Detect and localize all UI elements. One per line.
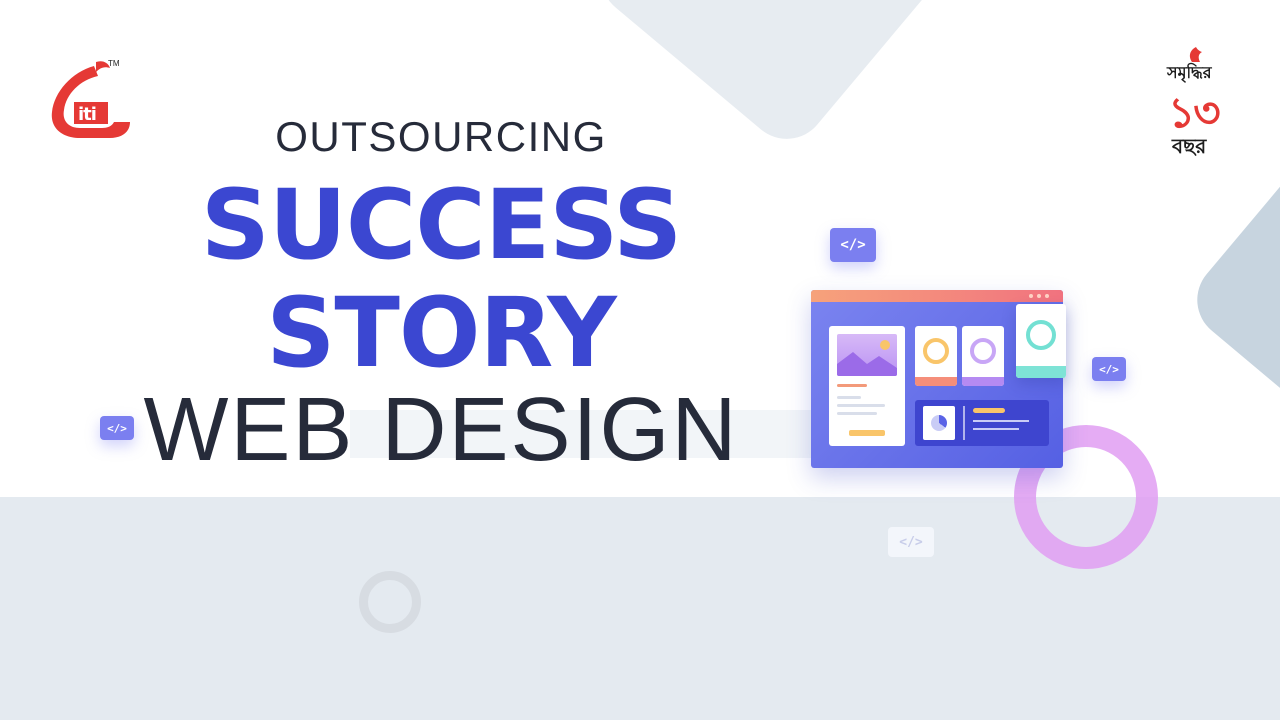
illustration-panel [915, 400, 1049, 446]
ring-icon [923, 338, 949, 364]
dashboard-illustration [811, 290, 1066, 468]
card-line [837, 396, 861, 399]
card-line [837, 404, 885, 407]
code-icon: </> [1092, 357, 1126, 381]
card-line [837, 384, 867, 387]
stat-card [915, 326, 957, 386]
card-button-shape [849, 430, 885, 436]
decor-rounded-square-right [1180, 120, 1280, 460]
ring-icon [970, 338, 996, 364]
anniversary-logo: সমৃদ্ধির ১৩ বছর [1160, 40, 1240, 160]
stat-card [962, 326, 1004, 386]
window-title-bar [811, 290, 1063, 302]
headline-line-1: SUCCESS [200, 169, 683, 281]
code-icon: </> [830, 228, 876, 262]
code-icon: </> [888, 527, 934, 557]
decor-gray-ring [359, 571, 421, 633]
code-icon: </> [100, 416, 134, 440]
trademark-mark: TM [108, 59, 120, 68]
card-line [837, 412, 877, 415]
illustration-content-card [829, 326, 905, 446]
floating-stat-card [1016, 304, 1066, 378]
headline-line-2: STORY [266, 277, 616, 389]
anniversary-word-2: বছর [1172, 134, 1207, 158]
image-icon [837, 334, 897, 376]
pie-chart-card [923, 406, 955, 440]
ring-icon [1026, 320, 1056, 350]
pie-chart-icon [931, 415, 947, 431]
headline-kicker: OUTSOURCING [275, 113, 607, 160]
window-dots [1029, 294, 1049, 298]
